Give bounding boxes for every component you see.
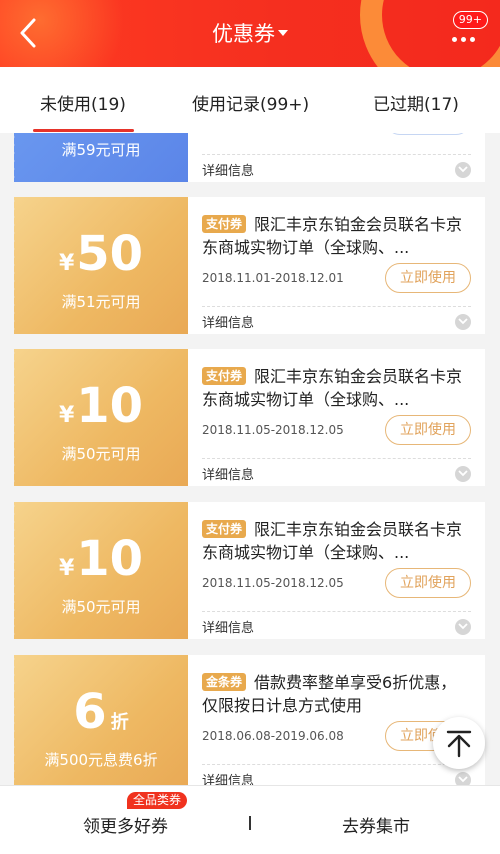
coupon-amount: ¥10 bbox=[58, 378, 144, 434]
detail-info-link[interactable]: 详细信息 bbox=[202, 770, 254, 785]
coupon-validity: 2018.06.08-2019.06.08 bbox=[202, 729, 344, 743]
coupon-info-panel: 详细信息 bbox=[188, 133, 485, 182]
coupon-card: 满59元可用 详细信息 bbox=[11, 133, 485, 182]
detail-info-link[interactable]: 详细信息 bbox=[202, 160, 254, 179]
coupon-condition: 满50元可用 bbox=[61, 598, 141, 616]
detail-toggle[interactable] bbox=[455, 466, 471, 482]
detail-info-link[interactable]: 详细信息 bbox=[202, 464, 254, 483]
coupon-value-panel: ¥10 满50元可用 bbox=[11, 349, 188, 486]
use-now-button[interactable]: 立即使用 bbox=[385, 415, 471, 445]
coupon-description: 支付券 限汇丰京东铂金会员联名卡京东商城实物订单（全球购、... bbox=[202, 215, 463, 257]
coupon-validity: 2018.11.05-2018.12.05 bbox=[202, 576, 344, 590]
page-title-dropdown[interactable]: 优惠券 bbox=[0, 18, 500, 48]
divider bbox=[202, 306, 471, 307]
chevron-down-icon bbox=[458, 166, 468, 173]
divider bbox=[202, 611, 471, 612]
coupon-tag: 金条券 bbox=[202, 673, 247, 691]
divider bbox=[202, 458, 471, 459]
tab-bar: 未使用(19) 使用记录(99+) 已过期(17) bbox=[0, 67, 500, 133]
coupon-description: 支付券 限汇丰京东铂金会员联名卡京东商城实物订单（全球购、... bbox=[202, 367, 463, 409]
detail-toggle[interactable] bbox=[455, 772, 471, 785]
detail-info-link[interactable]: 详细信息 bbox=[202, 312, 254, 331]
coupon-condition: 满51元可用 bbox=[61, 293, 141, 311]
bottom-bar: 领更多好券 全品类券 I 去券集市 bbox=[0, 785, 500, 854]
header-bar: 优惠券 99+ bbox=[0, 0, 500, 67]
coupon-condition: 满59元可用 bbox=[61, 141, 141, 159]
tab-history[interactable]: 使用记录(99+) bbox=[192, 90, 309, 115]
coupon-info-panel: 支付券 限汇丰京东铂金会员联名卡京东商城实物订单（全球购、... 2018.11.… bbox=[188, 197, 485, 334]
coupon-tag: 支付券 bbox=[202, 367, 247, 385]
coupon-amount: ¥10 bbox=[58, 531, 144, 587]
message-badge: 99+ bbox=[452, 11, 488, 29]
detail-toggle[interactable] bbox=[455, 314, 471, 330]
coupon-tag: 支付券 bbox=[202, 215, 247, 233]
use-now-button[interactable] bbox=[385, 133, 471, 135]
coupon-value-panel: ¥10 满50元可用 bbox=[11, 502, 188, 639]
coupon-card: 6折 满500元息费6折 金条券 借款费率整单享受6折优惠，仅限按日计息方式使用 … bbox=[11, 655, 485, 785]
back-to-top-button[interactable] bbox=[433, 717, 485, 769]
coupon-card: ¥10 满50元可用 支付券 限汇丰京东铂金会员联名卡京东商城实物订单（全球购、.… bbox=[11, 349, 485, 486]
coupon-value-panel: ¥50 满51元可用 bbox=[11, 197, 188, 334]
use-now-button[interactable]: 立即使用 bbox=[385, 263, 471, 293]
coupon-value-panel: 满59元可用 bbox=[11, 133, 188, 182]
coupon-card: ¥10 满50元可用 支付券 限汇丰京东铂金会员联名卡京东商城实物订单（全球购、.… bbox=[11, 502, 485, 639]
page-title: 优惠券 bbox=[212, 22, 275, 46]
coupon-description: 支付券 限汇丰京东铂金会员联名卡京东商城实物订单（全球购、... bbox=[202, 520, 463, 562]
coupon-condition: 满500元息费6折 bbox=[44, 751, 158, 769]
coupon-amount: 6折 bbox=[73, 684, 129, 740]
coupon-info-panel: 支付券 限汇丰京东铂金会员联名卡京东商城实物订单（全球购、... 2018.11.… bbox=[188, 349, 485, 486]
chevron-down-icon bbox=[458, 318, 468, 325]
use-now-button[interactable]: 立即使用 bbox=[385, 568, 471, 598]
coupon-condition: 满50元可用 bbox=[61, 445, 141, 463]
detail-toggle[interactable] bbox=[455, 619, 471, 635]
coupon-tag: 支付券 bbox=[202, 520, 247, 538]
coupon-market-button[interactable]: 去券集市 bbox=[342, 812, 410, 837]
coupon-value-panel: 6折 满500元息费6折 bbox=[11, 655, 188, 785]
more-dots-icon bbox=[452, 37, 457, 42]
chevron-down-icon bbox=[458, 776, 468, 783]
tab-expired[interactable]: 已过期(17) bbox=[373, 90, 459, 115]
chevron-down-icon bbox=[458, 623, 468, 630]
category-badge: 全品类券 bbox=[127, 792, 188, 809]
chevron-down-icon bbox=[458, 470, 468, 477]
coupon-validity: 2018.11.01-2018.12.01 bbox=[202, 271, 344, 285]
coupon-list[interactable]: 满59元可用 详细信息 ¥50 满51元可用 支付券 限汇丰京东铂金会员联名卡京东… bbox=[0, 133, 500, 785]
tab-unused[interactable]: 未使用(19) bbox=[40, 90, 126, 115]
coupon-card: ¥50 满51元可用 支付券 限汇丰京东铂金会员联名卡京东商城实物订单（全球购、.… bbox=[11, 197, 485, 334]
caret-down-icon bbox=[278, 30, 288, 36]
tab-active-indicator bbox=[33, 129, 134, 132]
coupon-info-panel: 支付券 限汇丰京东铂金会员联名卡京东商城实物订单（全球购、... 2018.11.… bbox=[188, 502, 485, 639]
bottom-separator: I bbox=[249, 816, 251, 830]
coupon-amount: ¥50 bbox=[58, 226, 144, 282]
divider bbox=[202, 764, 471, 765]
detail-info-link[interactable]: 详细信息 bbox=[202, 617, 254, 636]
divider bbox=[202, 154, 471, 155]
back-to-top-icon bbox=[446, 730, 472, 758]
coupon-description: 金条券 借款费率整单享受6折优惠，仅限按日计息方式使用 bbox=[202, 673, 457, 715]
get-more-coupons-button[interactable]: 领更多好券 bbox=[83, 812, 168, 837]
coupon-validity: 2018.11.05-2018.12.05 bbox=[202, 423, 344, 437]
detail-toggle[interactable] bbox=[455, 162, 471, 178]
